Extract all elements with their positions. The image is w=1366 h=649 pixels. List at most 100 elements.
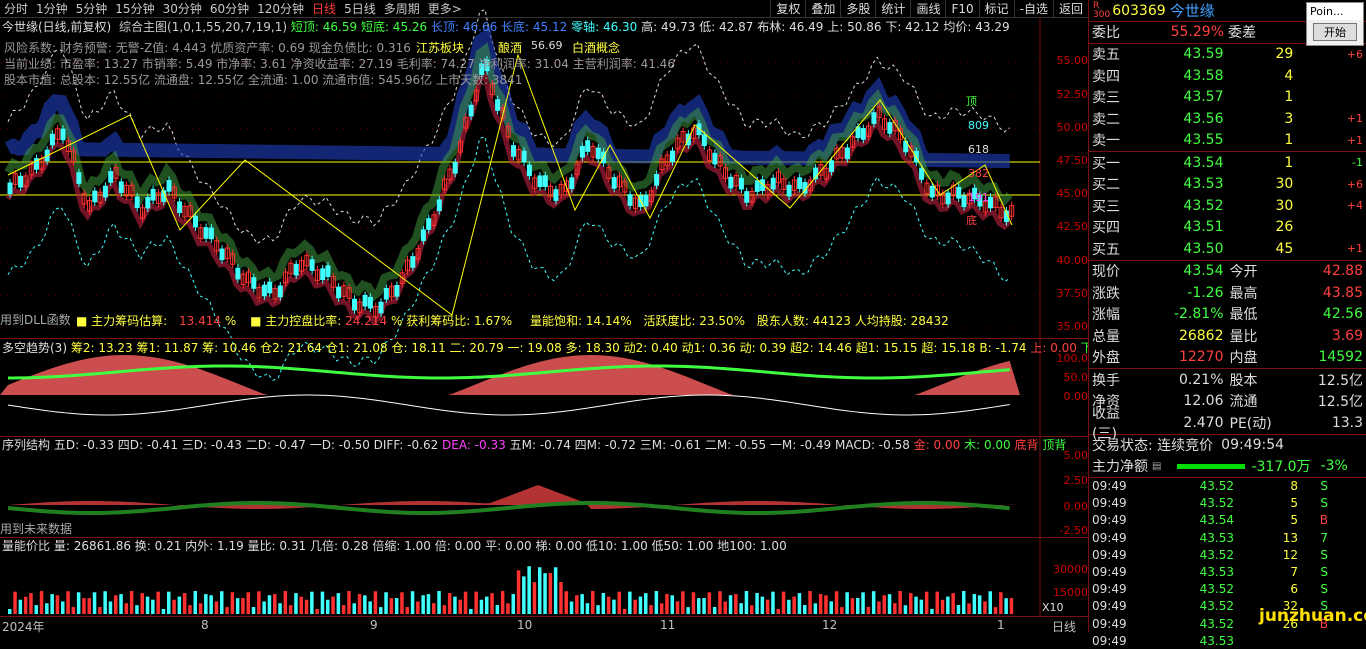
volume-bar xyxy=(231,592,235,614)
tag-brewing[interactable]: 酿酒 xyxy=(498,40,522,56)
volume-bar xyxy=(586,603,590,614)
candle-body xyxy=(151,189,155,200)
volume-bar xyxy=(485,597,489,614)
tag-jiangsu[interactable]: 江苏板块 xyxy=(416,40,464,56)
start-button[interactable]: 开始 xyxy=(1313,23,1357,41)
bid-change: +1 xyxy=(1293,242,1363,255)
p2-yaxis-100: 100.0 xyxy=(1036,352,1088,365)
volume-bar xyxy=(655,591,659,614)
candle-body xyxy=(538,176,542,187)
volume-bar xyxy=(474,592,478,614)
volume-bar xyxy=(861,592,865,614)
volume-bar xyxy=(172,600,176,614)
ask-label: 卖一 xyxy=(1092,130,1134,150)
netflow-label: 主力净额 xyxy=(1092,456,1148,476)
candle-body xyxy=(209,228,213,239)
ask-price[interactable]: 43.56 xyxy=(1134,111,1224,127)
fib-618: 618 xyxy=(968,142,989,158)
candle-body xyxy=(427,219,431,230)
candle-body xyxy=(61,129,65,140)
volume-bar xyxy=(464,592,468,614)
ask-level-row: 卖四43.584 xyxy=(1089,65,1366,87)
volume-bar xyxy=(13,592,16,614)
quote-row: 外盘12270内盘14592 xyxy=(1089,347,1366,369)
volume-bar xyxy=(962,591,966,614)
ask-change: +6 xyxy=(1293,48,1363,61)
volume-bar xyxy=(300,597,304,614)
yaxis-47-5: 47.50 xyxy=(1036,154,1088,167)
candle-body xyxy=(278,286,282,297)
chart-canvas[interactable] xyxy=(0,0,1088,616)
ask-volume: 3 xyxy=(1224,111,1294,127)
tick-price: 43.52 xyxy=(1152,599,1234,613)
quote-panel: R300 603369 今世缘 委比 55.29% 委差 卖五43.5929+6… xyxy=(1088,0,1366,632)
bid-volume: 26 xyxy=(1224,219,1294,235)
date-11: 11 xyxy=(660,618,675,632)
volume-bar xyxy=(792,597,796,614)
ask-price[interactable]: 43.59 xyxy=(1134,46,1224,62)
bid-price[interactable]: 43.54 xyxy=(1134,155,1224,171)
volume-bar xyxy=(771,592,775,614)
candle-body xyxy=(845,148,849,159)
ask-price[interactable]: 43.57 xyxy=(1134,89,1224,105)
ask-price[interactable]: 43.58 xyxy=(1134,68,1224,84)
sequence-panel-title[interactable]: 序列结构 xyxy=(2,438,50,452)
tick-side: S xyxy=(1298,496,1328,510)
volume-panel-title[interactable]: 量能价比 xyxy=(2,539,50,553)
volume-bar xyxy=(88,598,92,614)
volume-bar xyxy=(607,597,611,614)
tick-time: 09:49 xyxy=(1092,582,1152,596)
quote-row: 收益(三)2.470PE(动)13.3 xyxy=(1089,412,1366,434)
volume-bar xyxy=(649,605,653,614)
volume-bar xyxy=(522,576,526,614)
trade-state: 交易状态: 连续竞价 xyxy=(1092,435,1213,455)
period-label[interactable]: 日线 xyxy=(1052,618,1076,635)
date-10: 10 xyxy=(517,618,532,632)
tag-baijiu[interactable]: 白酒概念 xyxy=(572,40,620,56)
info-risk: 风险系数: 财务预警: 无警-Z值: 4.443 优质资产率: 0.69 现金负… xyxy=(4,40,411,56)
indicator-name[interactable]: 综合主图(1,0,1,55,20,7,19,1) xyxy=(119,20,287,34)
info-capital: 股本市值: 总股本: 12.55亿 流通盘: 12.55亿 全流通: 1.00 … xyxy=(4,72,522,88)
quote-value: 13.3 xyxy=(1279,415,1363,431)
ask-level-row: 卖五43.5929+6 xyxy=(1089,44,1366,66)
ask-price[interactable]: 43.55 xyxy=(1134,132,1224,148)
bid-levels: 买一43.541-1买二43.5330+6买三43.5230+4买四43.512… xyxy=(1089,152,1366,261)
candle-body xyxy=(103,186,107,197)
volume-bar xyxy=(368,601,372,614)
volume-bar xyxy=(262,601,266,614)
candle-body xyxy=(745,192,749,203)
volume-bar xyxy=(936,592,940,614)
netflow-pct: -3% xyxy=(1321,458,1348,474)
tick-time: 09:49 xyxy=(1092,599,1152,613)
volume-bar xyxy=(739,603,743,614)
candle-body xyxy=(713,153,717,164)
volume-bar xyxy=(416,601,420,614)
volume-bar xyxy=(893,603,897,614)
candle-body xyxy=(946,193,950,204)
volume-bar xyxy=(946,597,950,614)
volume-bar xyxy=(580,594,584,614)
volume-bar xyxy=(103,591,107,614)
volume-bar xyxy=(374,591,378,614)
date-1: 1 xyxy=(997,618,1005,632)
volume-bar xyxy=(994,607,998,614)
bid-price[interactable]: 43.50 xyxy=(1134,241,1224,257)
trend-panel-title[interactable]: 多空趋势(3) xyxy=(2,341,67,355)
watermark: junzhuan.com xyxy=(1259,606,1366,626)
bid-price[interactable]: 43.53 xyxy=(1134,176,1224,192)
volume-bar xyxy=(252,607,256,614)
volume-bar xyxy=(384,592,388,614)
volume-bar xyxy=(448,593,452,614)
list-icon[interactable]: ▤ xyxy=(1152,461,1161,472)
candle-body xyxy=(395,286,399,297)
bid-price[interactable]: 43.51 xyxy=(1134,219,1224,235)
bid-price[interactable]: 43.52 xyxy=(1134,198,1224,214)
volume-bar xyxy=(883,595,887,614)
volume-bar xyxy=(671,595,675,614)
volume-bar xyxy=(114,595,118,614)
candle-body xyxy=(771,178,775,189)
bid-volume: 45 xyxy=(1224,241,1294,257)
popup-window[interactable]: Poin... 开始 xyxy=(1306,2,1364,46)
volume-bar xyxy=(156,592,160,614)
volume-bar xyxy=(808,591,812,614)
